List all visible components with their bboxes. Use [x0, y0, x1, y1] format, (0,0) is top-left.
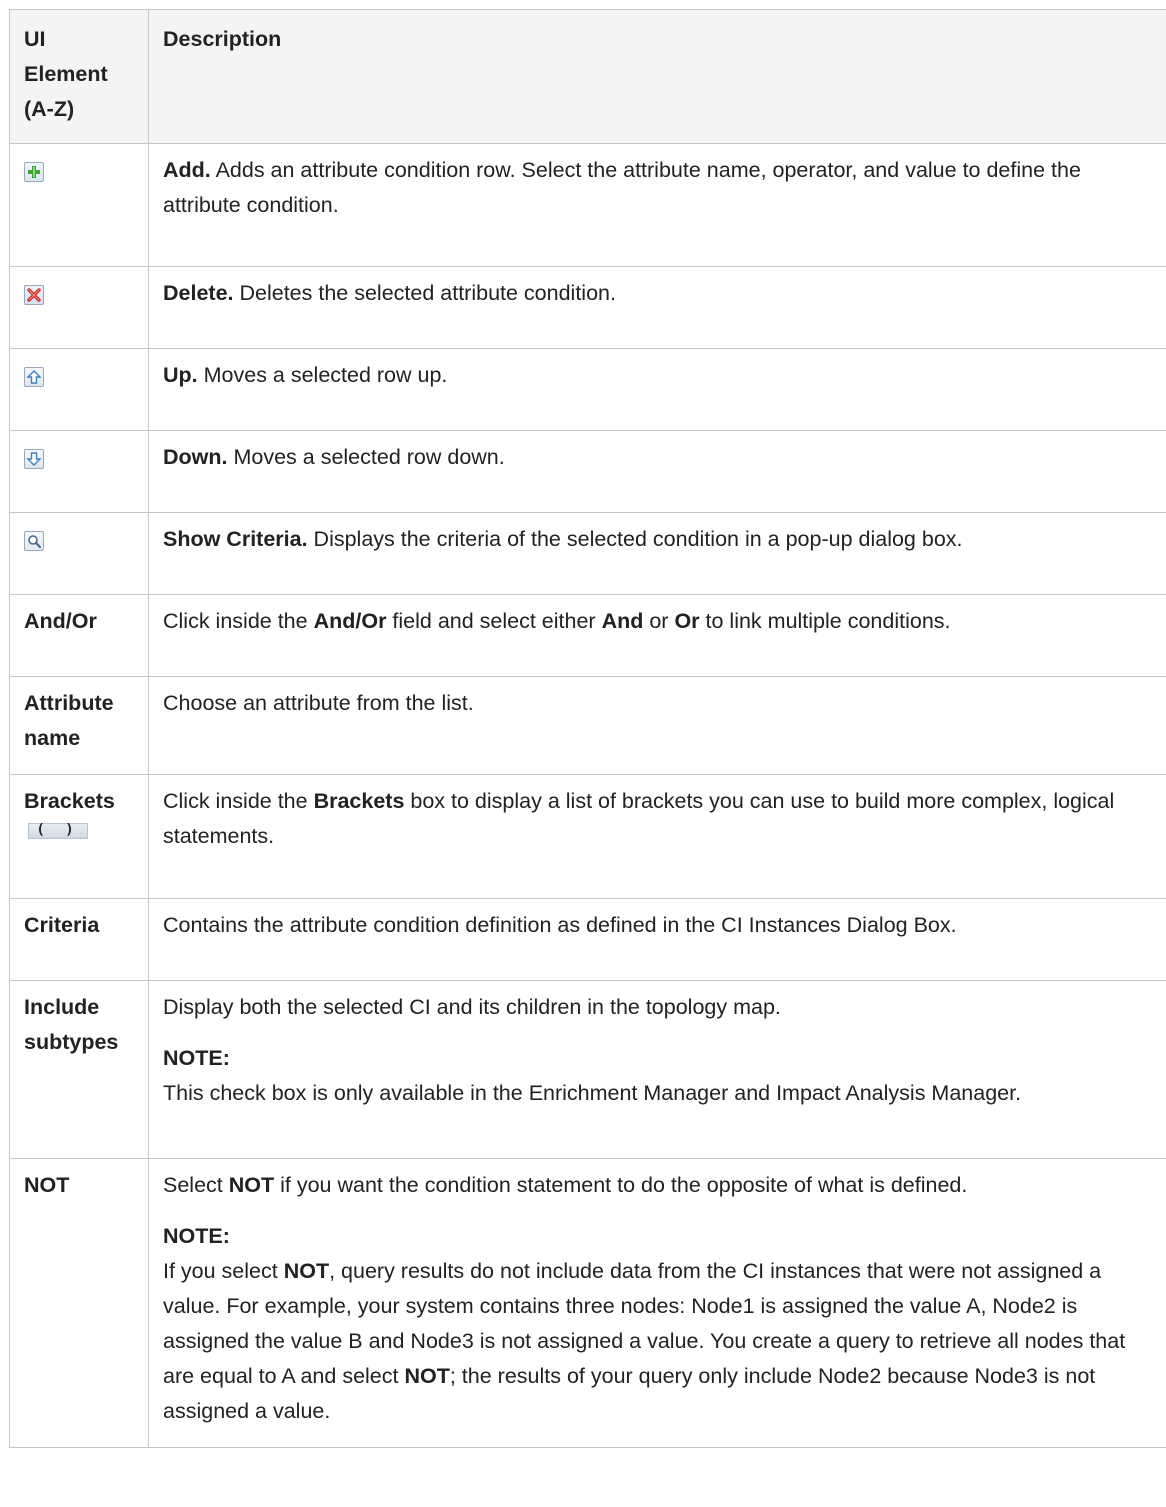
- note-text: If you select NOT, query results do not …: [163, 1259, 1126, 1423]
- table-row: Brackets ( ) Click inside the Brackets b…: [9, 774, 1166, 899]
- ui-element-cell: Include subtypes: [9, 980, 149, 1159]
- ui-element-cell: Attribute name: [9, 676, 149, 775]
- description-cell: Display both the selected CI and its chi…: [148, 980, 1166, 1159]
- description-cell: Down. Moves a selected row down.: [148, 430, 1166, 513]
- ui-element-cell: [9, 430, 149, 513]
- show-criteria-icon: [24, 531, 44, 551]
- table-row: Show Criteria. Displays the criteria of …: [9, 512, 1166, 595]
- table-row: Attribute name Choose an attribute from …: [9, 676, 1166, 775]
- description-cell: Delete. Deletes the selected attribute c…: [148, 266, 1166, 349]
- table-row: And/Or Click inside the And/Or field and…: [9, 594, 1166, 677]
- table-row: Criteria Contains the attribute conditio…: [9, 898, 1166, 981]
- table-row: Delete. Deletes the selected attribute c…: [9, 266, 1166, 349]
- ui-element-cell: And/Or: [9, 594, 149, 677]
- description-text: Select NOT if you want the condition sta…: [163, 1173, 968, 1197]
- brackets-label: Brackets: [24, 789, 115, 813]
- note-block: NOTE: This check box is only available i…: [163, 1041, 1152, 1111]
- ui-element-cell: Criteria: [9, 898, 149, 981]
- note-title: NOTE:: [163, 1224, 230, 1248]
- ui-element-cell: [9, 348, 149, 431]
- description-cell: Click inside the Brackets box to display…: [148, 774, 1166, 899]
- description-cell: Show Criteria. Displays the criteria of …: [148, 512, 1166, 595]
- ui-element-cell: NOT: [9, 1158, 149, 1448]
- table-row: Down. Moves a selected row down.: [9, 430, 1166, 513]
- add-icon: [24, 162, 44, 182]
- description-cell: Choose an attribute from the list.: [148, 676, 1166, 775]
- down-icon: [24, 449, 44, 469]
- description-cell: Add. Adds an attribute condition row. Se…: [148, 143, 1166, 267]
- header-ui-element: UI Element (A-Z): [9, 9, 149, 144]
- table-row: Add. Adds an attribute condition row. Se…: [9, 143, 1166, 267]
- description-cell: Up. Moves a selected row up.: [148, 348, 1166, 431]
- note-title: NOTE:: [163, 1046, 230, 1070]
- ui-elements-table: UI Element (A-Z) Description Add. Adds a…: [9, 9, 1166, 1448]
- description-cell: Click inside the And/Or field and select…: [148, 594, 1166, 677]
- table-row: NOT Select NOT if you want the condition…: [9, 1158, 1166, 1448]
- brackets-icon: ( ): [28, 823, 88, 839]
- ui-element-cell: [9, 143, 149, 267]
- ui-element-cell: Brackets ( ): [9, 774, 149, 899]
- table-header-row: UI Element (A-Z) Description: [9, 9, 1166, 144]
- table-row: Include subtypes Display both the select…: [9, 980, 1166, 1159]
- note-block: NOTE: If you select NOT, query results d…: [163, 1219, 1152, 1429]
- ui-element-cell: [9, 512, 149, 595]
- header-description: Description: [148, 9, 1166, 144]
- description-cell: Contains the attribute condition definit…: [148, 898, 1166, 981]
- description-cell: Select NOT if you want the condition sta…: [148, 1158, 1166, 1448]
- table-row: Up. Moves a selected row up.: [9, 348, 1166, 431]
- note-text: This check box is only available in the …: [163, 1081, 1022, 1105]
- up-icon: [24, 367, 44, 387]
- delete-icon: [24, 285, 44, 305]
- ui-element-cell: [9, 266, 149, 349]
- description-text: Display both the selected CI and its chi…: [163, 995, 781, 1019]
